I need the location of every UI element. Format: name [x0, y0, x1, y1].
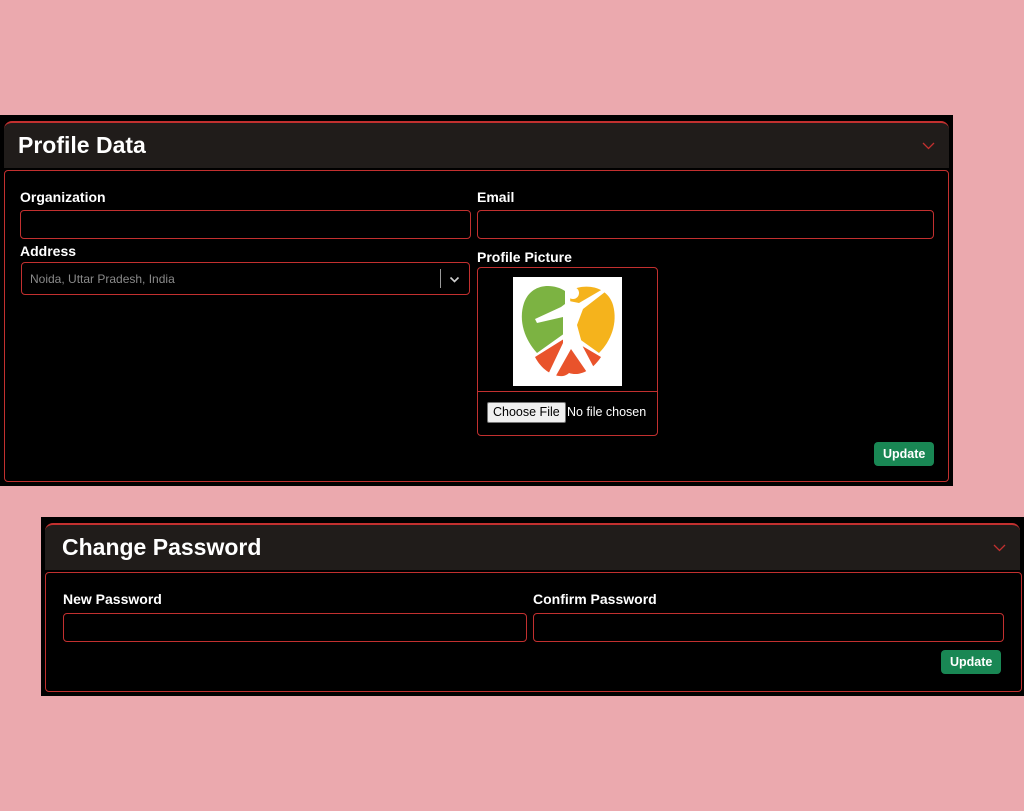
organization-input[interactable]: [20, 210, 471, 239]
profile-data-accordion-header[interactable]: Profile Data: [4, 121, 949, 168]
select-separator: [440, 269, 441, 288]
profile-picture-box: Choose File No file chosen: [477, 267, 658, 436]
confirm-password-input[interactable]: [533, 613, 1004, 642]
change-password-title: Change Password: [62, 534, 262, 560]
picture-divider: [478, 391, 657, 392]
profile-data-panel: Profile Data Organization Email Address …: [0, 115, 953, 486]
organization-label: Organization: [20, 189, 106, 205]
choose-file-button[interactable]: Choose File: [487, 402, 566, 423]
profile-data-title: Profile Data: [18, 132, 146, 158]
confirm-password-label: Confirm Password: [533, 591, 657, 607]
profile-picture-preview: [513, 277, 622, 386]
profile-update-button[interactable]: Update: [874, 442, 935, 466]
address-label: Address: [20, 243, 77, 259]
address-select-value: Noida, Uttar Pradesh, India: [30, 272, 175, 286]
new-password-label: New Password: [63, 591, 162, 607]
profile-data-body: Organization Email Address Noida, Uttar …: [4, 170, 949, 482]
password-update-button[interactable]: Update: [941, 650, 1002, 674]
new-password-input[interactable]: [63, 613, 527, 642]
chevron-down-icon[interactable]: [922, 139, 935, 152]
change-password-body: New Password Confirm Password Update: [45, 572, 1022, 692]
address-select[interactable]: Noida, Uttar Pradesh, India: [21, 262, 470, 295]
change-password-panel: Change Password New Password Confirm Pas…: [41, 517, 1024, 696]
chevron-down-icon[interactable]: [449, 274, 460, 285]
file-status-text: No file chosen: [567, 405, 647, 419]
email-label: Email: [477, 189, 515, 205]
chevron-down-icon[interactable]: [993, 541, 1006, 554]
profile-picture-label: Profile Picture: [477, 249, 572, 265]
heart-figure-logo-icon: [521, 286, 615, 381]
change-password-accordion-header[interactable]: Change Password: [45, 523, 1020, 570]
email-input[interactable]: [477, 210, 934, 239]
